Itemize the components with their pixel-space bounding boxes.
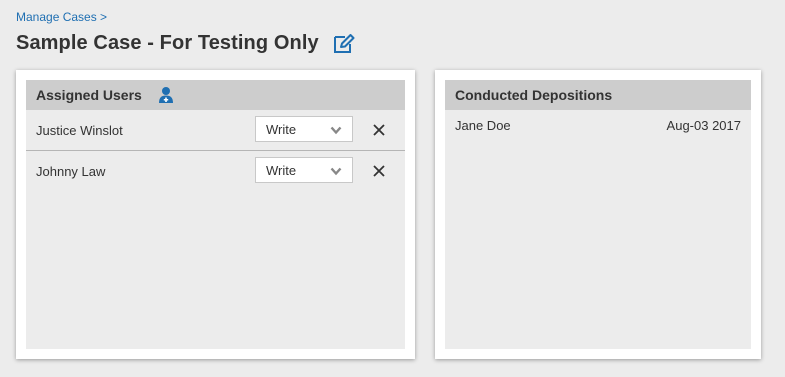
permission-select[interactable]: Write — [255, 116, 353, 142]
permission-value: Write — [266, 162, 297, 178]
assigned-users-title: Assigned Users — [36, 87, 142, 103]
user-name: Johnny Law — [36, 163, 106, 179]
page-title: Sample Case - For Testing Only — [16, 32, 319, 54]
close-icon[interactable] — [372, 164, 386, 178]
deposition-date: Aug-03 2017 — [666, 118, 741, 133]
deposition-name: Jane Doe — [455, 118, 511, 133]
user-row: Johnny Law Write — [26, 151, 405, 191]
assigned-users-body: Assigned Users Justice Winslot Write Joh… — [26, 80, 405, 349]
chevron-down-icon — [330, 167, 342, 176]
deposition-item[interactable]: Jane Doe Aug-03 2017 — [445, 110, 751, 133]
assigned-users-panel: Assigned Users Justice Winslot Write Joh… — [16, 70, 415, 359]
user-row: Justice Winslot Write — [26, 110, 405, 151]
depositions-panel: Conducted Depositions Jane Doe Aug-03 20… — [435, 70, 761, 359]
add-user-icon[interactable] — [158, 86, 176, 104]
close-icon[interactable] — [372, 123, 386, 137]
edit-icon[interactable] — [333, 33, 355, 54]
assigned-users-header: Assigned Users — [26, 80, 405, 110]
depositions-header: Conducted Depositions — [445, 80, 751, 110]
depositions-body: Conducted Depositions Jane Doe Aug-03 20… — [445, 80, 751, 349]
depositions-title: Conducted Depositions — [455, 87, 613, 103]
user-name: Justice Winslot — [36, 122, 123, 138]
permission-select[interactable]: Write — [255, 157, 353, 183]
permission-value: Write — [266, 121, 297, 137]
title-row: Sample Case - For Testing Only — [16, 32, 355, 55]
breadcrumb[interactable]: Manage Cases > — [16, 10, 107, 24]
chevron-down-icon — [330, 126, 342, 135]
